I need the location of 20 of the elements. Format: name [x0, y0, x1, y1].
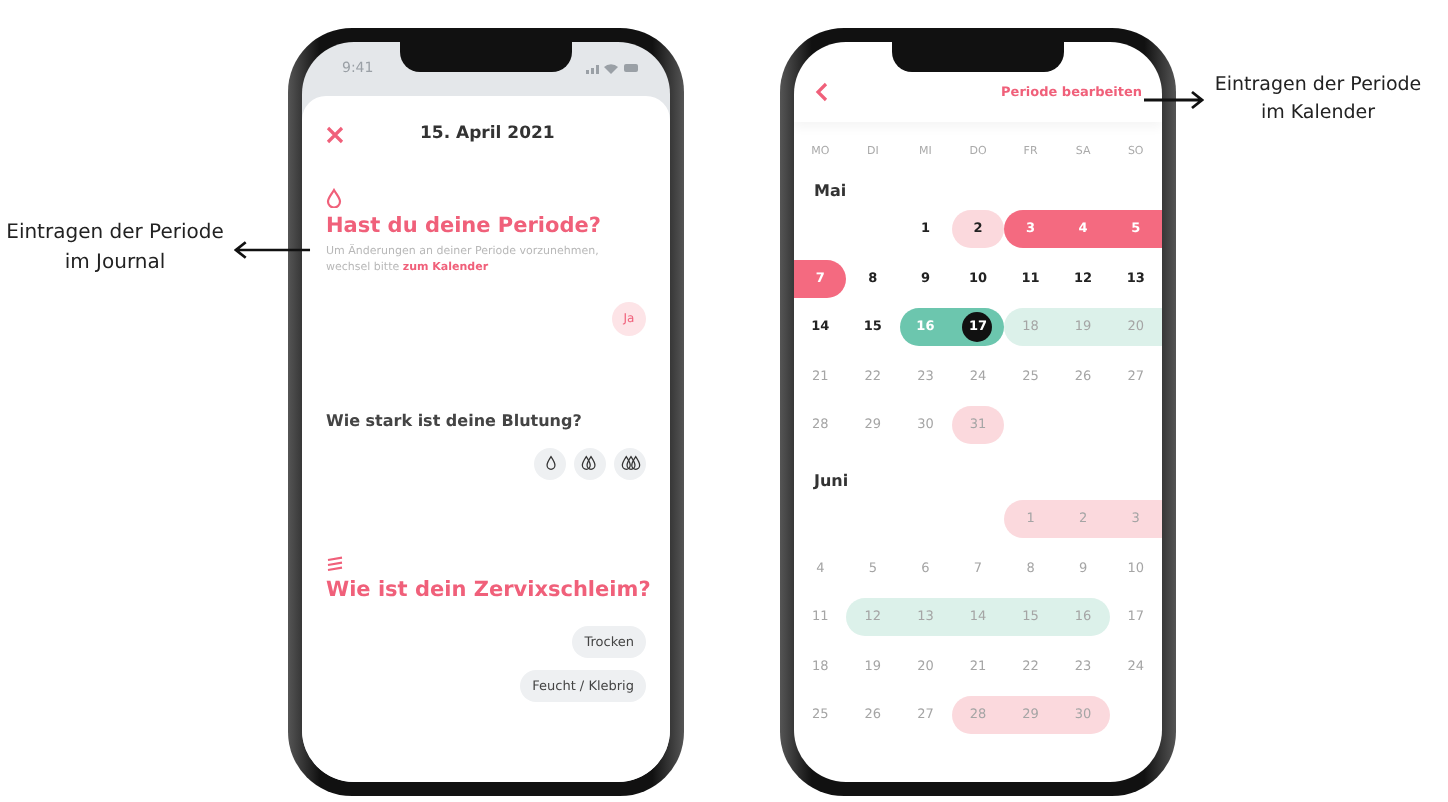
flow-question: Wie stark ist deine Blutung?: [326, 411, 582, 429]
status-icons-icon: [586, 62, 638, 74]
arrow-icon: [234, 239, 312, 259]
drops-icon: [619, 454, 641, 472]
arrow-icon: [1144, 89, 1204, 110]
close-icon[interactable]: [326, 125, 344, 143]
wavy-lines-icon: [326, 555, 344, 571]
month-label: Mai: [812, 180, 849, 204]
drops-icon: [579, 454, 601, 472]
annotation-text: Eintragen der Periode im Kalender: [1212, 72, 1424, 128]
drop-icon: [326, 188, 342, 208]
flow-level-button[interactable]: [574, 447, 606, 479]
month-label: Juni: [811, 469, 851, 494]
mucus-question: Wie ist dein Zervixschleim?: [326, 577, 651, 601]
period-question: Hast du deine Periode?: [326, 214, 601, 238]
flow-level-button[interactable]: [534, 447, 566, 479]
date-title: 15. April 2021: [420, 124, 555, 144]
back-chevron-icon[interactable]: [814, 82, 828, 102]
annotation-text: Eintragen der Periode im Journal: [4, 220, 226, 277]
flow-level-button[interactable]: [614, 447, 646, 479]
